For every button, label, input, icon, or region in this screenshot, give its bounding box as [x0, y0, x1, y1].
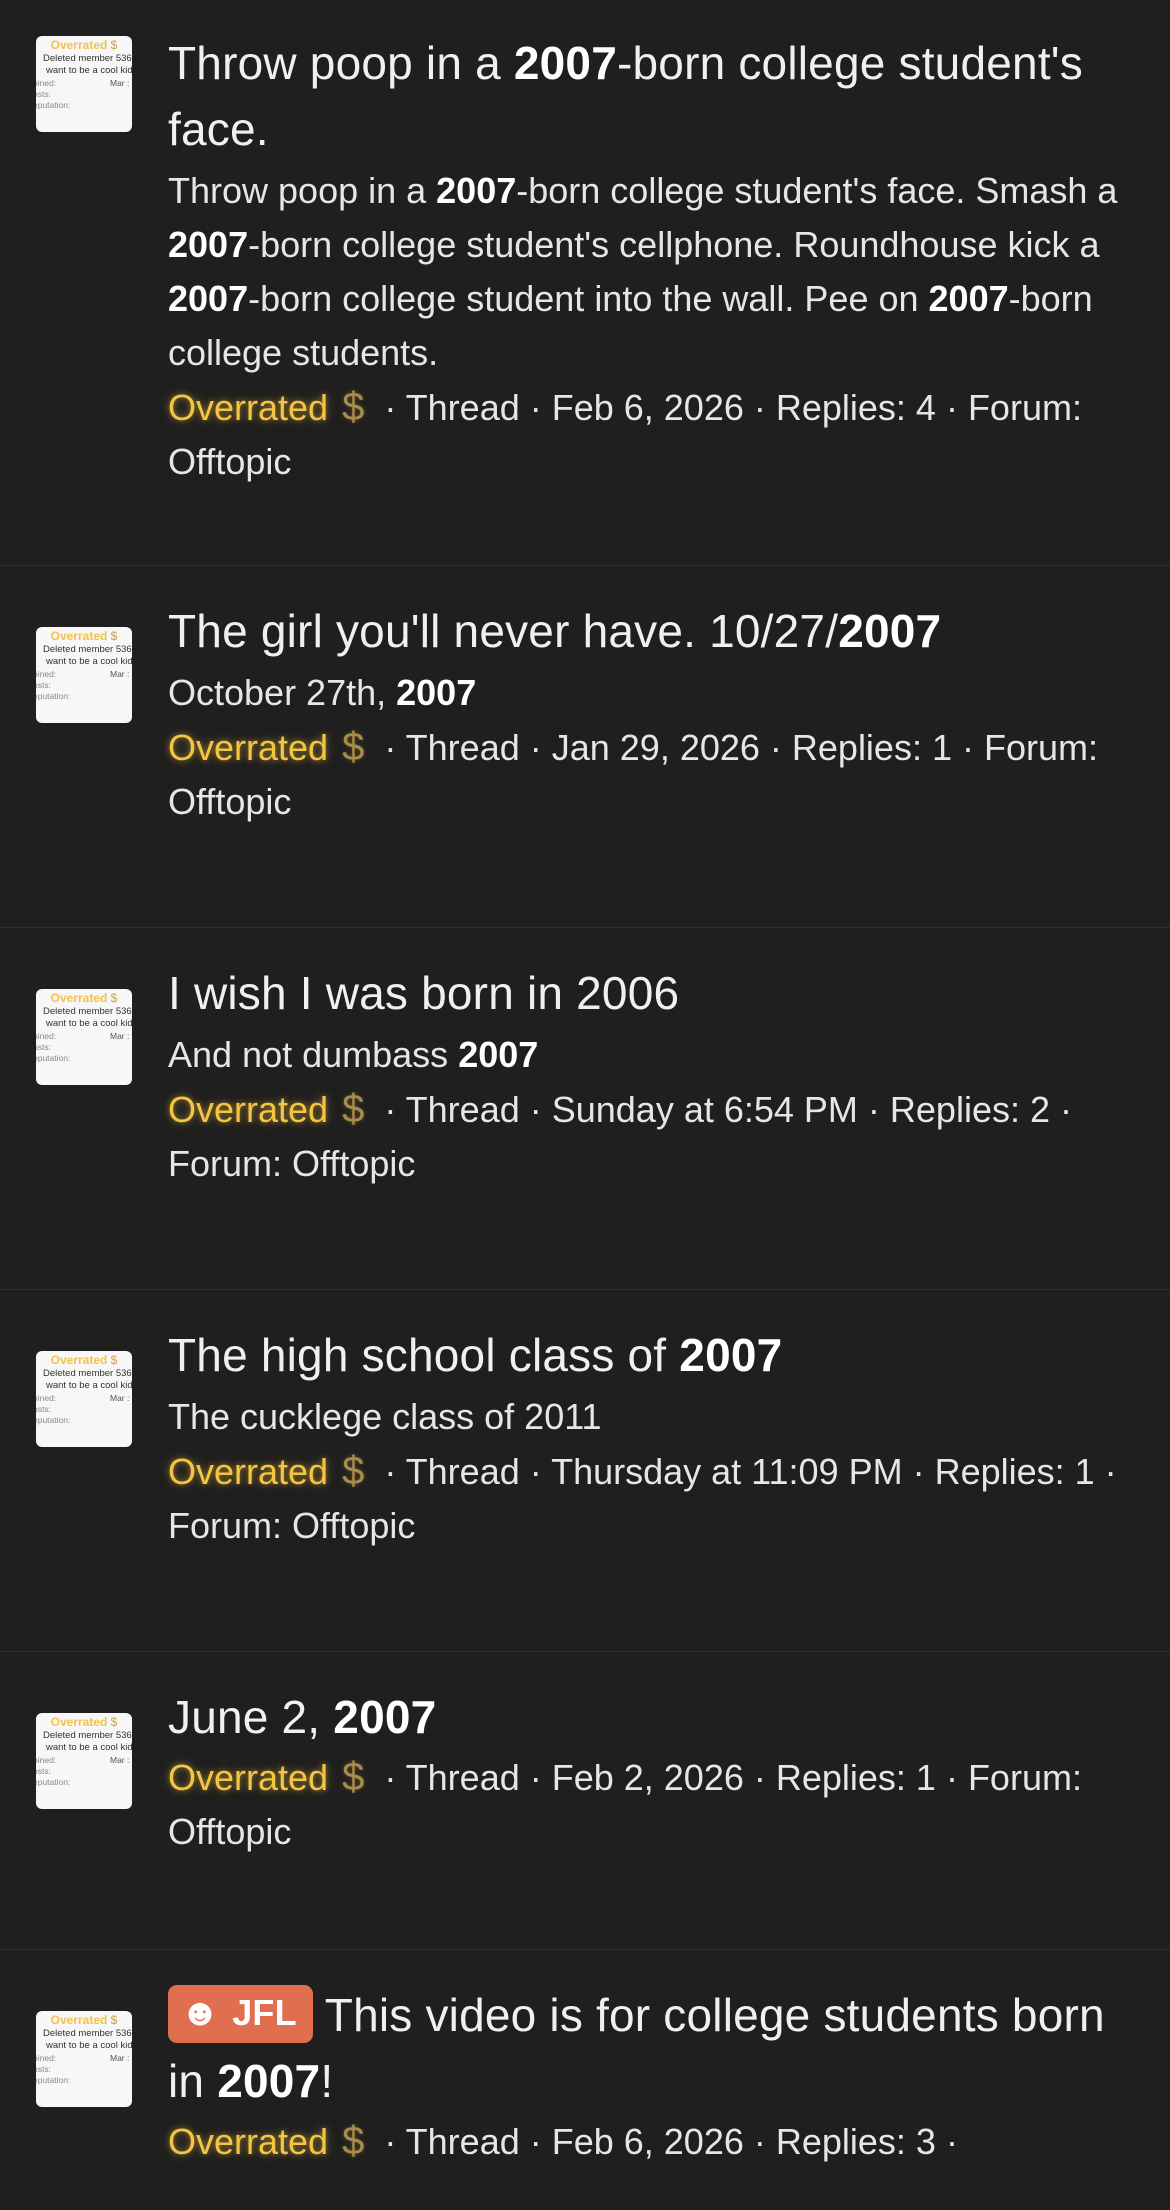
laughing-face-icon: ☻ — [180, 1992, 221, 2034]
avatar-joined-label: oined: — [36, 669, 57, 679]
thread-prefix-label: JFL — [232, 1992, 297, 2033]
thread-snippet: October 27th, 2007 — [168, 672, 477, 713]
avatar-joined-value: Mar : — [110, 78, 130, 88]
avatar-username: Deleted member 536 — [43, 644, 132, 655]
thread-meta-info: · Thread · Feb 6, 2026 · Replies: 3 · — [374, 2121, 958, 2162]
avatar-posts-label: osts: — [36, 1404, 51, 1414]
avatar-username: Deleted member 536 — [43, 1368, 132, 1379]
user-avatar[interactable]: Overrated $ Deleted member 536 want to b… — [36, 2011, 132, 2107]
avatar-posts-label: osts: — [36, 2064, 51, 2074]
thread-meta: Overrated $ · Thread · Feb 6, 2026 · Repl… — [168, 2114, 1130, 2169]
avatar-rank-badge: Overrated $ — [50, 38, 118, 52]
search-result: Overrated $ Deleted member 536 want to b… — [0, 1652, 1170, 1950]
avatar-rank-badge: Overrated $ — [50, 1715, 118, 1729]
search-results-list: Overrated $ Deleted member 536 want to b… — [0, 0, 1170, 2210]
avatar-reputation-label: eputation: — [36, 1053, 71, 1063]
user-avatar[interactable]: Overrated $ Deleted member 536 want to b… — [36, 1713, 132, 1809]
dollar-coin-icon: $ — [342, 725, 365, 769]
thread-meta: Overrated $ · Thread · Feb 2, 2026 · Repl… — [168, 1750, 1130, 1859]
thread-prefix-jfl[interactable]: ☻ JFL — [168, 1985, 313, 2043]
search-result: Overrated $ Deleted member 536 want to b… — [0, 0, 1170, 566]
dollar-coin-icon: $ — [342, 1087, 365, 1131]
avatar-joined-label: oined: — [36, 2053, 57, 2063]
avatar-username: Deleted member 536 — [43, 2028, 132, 2039]
thread-title-link[interactable]: June 2, 2007 — [168, 1684, 1130, 1750]
thread-meta: Overrated $ · Thread · Thursday at 11:09 … — [168, 1444, 1130, 1553]
avatar-reputation-label: eputation: — [36, 691, 71, 701]
avatar-rank-badge: Overrated $ — [50, 629, 118, 643]
avatar-username: Deleted member 536 — [43, 1006, 132, 1017]
avatar-reputation-label: eputation: — [36, 1777, 71, 1787]
thread-meta: Overrated $ · Thread · Jan 29, 2026 · Rep… — [168, 720, 1130, 829]
user-avatar[interactable]: Overrated $ Deleted member 536 want to b… — [36, 627, 132, 723]
avatar-rank-badge: Overrated $ — [50, 2013, 118, 2027]
author-username-link[interactable]: Overrated — [168, 2121, 328, 2162]
author-username-link[interactable]: Overrated — [168, 387, 328, 428]
user-avatar[interactable]: Overrated $ Deleted member 536 want to b… — [36, 989, 132, 1085]
avatar-username: Deleted member 536 — [43, 1730, 132, 1741]
avatar-joined-value: Mar : — [110, 2053, 130, 2063]
author-username-link[interactable]: Overrated — [168, 727, 328, 768]
dollar-coin-icon: $ — [342, 2119, 365, 2163]
avatar-user-title: want to be a cool kid — [46, 1018, 132, 1029]
avatar-joined-label: oined: — [36, 1031, 57, 1041]
user-avatar[interactable]: Overrated $ Deleted member 536 want to b… — [36, 1351, 132, 1447]
avatar-reputation-label: eputation: — [36, 1415, 71, 1425]
avatar-posts-label: osts: — [36, 89, 51, 99]
avatar-joined-label: oined: — [36, 78, 57, 88]
avatar-username: Deleted member 536 — [43, 53, 132, 64]
avatar-rank-badge: Overrated $ — [50, 991, 118, 1005]
avatar-joined-value: Mar : — [110, 1031, 130, 1041]
search-result: Overrated $ Deleted member 536 want to b… — [0, 1290, 1170, 1652]
avatar-posts-label: osts: — [36, 1042, 51, 1052]
avatar-user-title: want to be a cool kid — [46, 656, 132, 667]
avatar-user-title: want to be a cool kid — [46, 2040, 132, 2051]
thread-title-link[interactable]: ☻ JFL This video is for college students b… — [168, 1982, 1130, 2114]
thread-meta: Overrated $ · Thread · Feb 6, 2026 · Repl… — [168, 380, 1130, 489]
avatar-reputation-label: eputation: — [36, 100, 71, 110]
author-username-link[interactable]: Overrated — [168, 1089, 328, 1130]
thread-title-link[interactable]: Throw poop in a 2007-born college studen… — [168, 30, 1130, 162]
thread-title-link[interactable]: The girl you'll never have. 10/27/2007 — [168, 598, 1130, 664]
avatar-posts-label: osts: — [36, 680, 51, 690]
avatar-user-title: want to be a cool kid — [46, 1380, 132, 1391]
search-result: Overrated $ Deleted member 536 want to b… — [0, 1950, 1170, 2210]
avatar-joined-label: oined: — [36, 1393, 57, 1403]
thread-snippet: The cucklege class of 2011 — [168, 1396, 602, 1437]
dollar-coin-icon: $ — [342, 1755, 365, 1799]
avatar-joined-value: Mar : — [110, 1393, 130, 1403]
thread-meta: Overrated $ · Thread · Sunday at 6:54 PM … — [168, 1082, 1130, 1191]
search-result: Overrated $ Deleted member 536 want to b… — [0, 928, 1170, 1290]
author-username-link[interactable]: Overrated — [168, 1451, 328, 1492]
user-avatar[interactable]: Overrated $ Deleted member 536 want to b… — [36, 36, 132, 132]
thread-snippet: Throw poop in a 2007-born college studen… — [168, 170, 1118, 373]
author-username-link[interactable]: Overrated — [168, 1757, 328, 1798]
thread-title-link[interactable]: I wish I was born in 2006 — [168, 960, 1130, 1026]
avatar-joined-label: oined: — [36, 1755, 57, 1765]
dollar-coin-icon: $ — [342, 1449, 365, 1493]
avatar-posts-label: osts: — [36, 1766, 51, 1776]
dollar-coin-icon: $ — [342, 385, 365, 429]
thread-title-link[interactable]: The high school class of 2007 — [168, 1322, 1130, 1388]
avatar-reputation-label: eputation: — [36, 2075, 71, 2085]
avatar-joined-value: Mar : — [110, 1755, 130, 1765]
avatar-user-title: want to be a cool kid — [46, 65, 132, 76]
avatar-user-title: want to be a cool kid — [46, 1742, 132, 1753]
thread-snippet: And not dumbass 2007 — [168, 1034, 539, 1075]
search-result: Overrated $ Deleted member 536 want to b… — [0, 566, 1170, 928]
avatar-joined-value: Mar : — [110, 669, 130, 679]
avatar-rank-badge: Overrated $ — [50, 1353, 118, 1367]
